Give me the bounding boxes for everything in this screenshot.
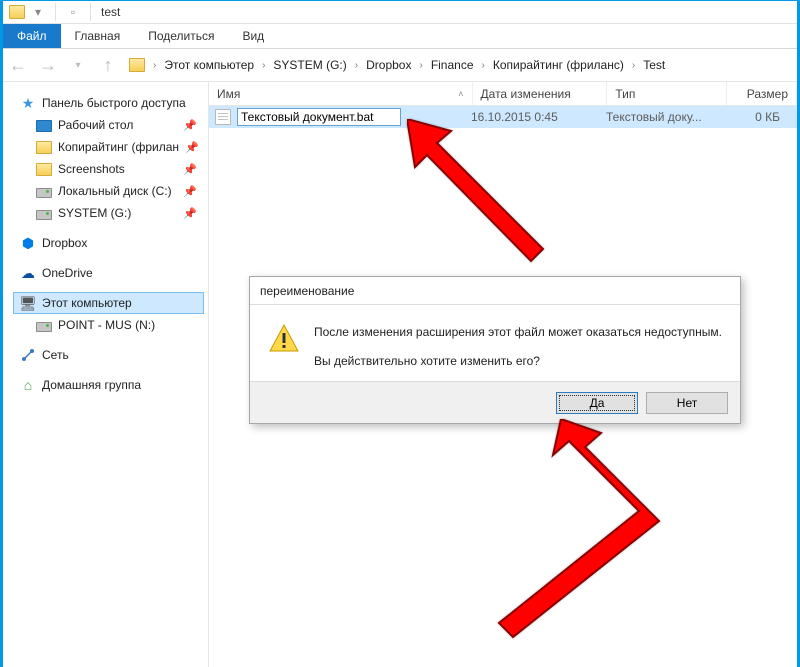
address-bar[interactable]: › Этот компьютер › SYSTEM (G:) › Dropbox… — [125, 54, 791, 77]
sidebar-item-label: SYSTEM (G:) — [58, 206, 131, 220]
tab-home[interactable]: Главная — [61, 24, 135, 48]
breadcrumb[interactable]: Test — [641, 57, 667, 73]
dialog-line2: Вы действительно хотите изменить его? — [314, 352, 722, 371]
qat-placeholder-icon[interactable]: ▫ — [66, 5, 80, 19]
dialog-line1: После изменения расширения этот файл мож… — [314, 323, 722, 342]
sidebar-quick-access[interactable]: ★ Панель быстрого доступа — [13, 92, 204, 114]
sidebar-item-desktop[interactable]: Рабочий стол 📌 — [13, 114, 204, 136]
star-icon: ★ — [20, 95, 36, 111]
dialog-yes-button[interactable]: Да — [556, 392, 638, 414]
navigation-pane: ★ Панель быстрого доступа Рабочий стол 📌… — [3, 82, 209, 667]
dialog-buttons: Да Нет — [250, 381, 740, 423]
sidebar-item-label: Домашняя группа — [42, 378, 141, 392]
drive-icon — [36, 322, 52, 332]
sidebar-onedrive[interactable]: ☁ OneDrive — [13, 262, 204, 284]
file-type: Текстовый доку... — [598, 110, 718, 124]
sidebar-item-label: Этот компьютер — [42, 296, 132, 310]
separator — [55, 3, 56, 21]
sidebar-item-drive[interactable]: SYSTEM (G:) 📌 — [13, 202, 204, 224]
nav-up-button[interactable]: ↑ — [95, 53, 121, 77]
chevron-right-icon[interactable]: › — [147, 60, 162, 71]
sidebar-item-label: OneDrive — [42, 266, 93, 280]
breadcrumb[interactable]: SYSTEM (G:) — [271, 57, 348, 73]
sidebar-homegroup[interactable]: ⌂ Домашняя группа — [13, 374, 204, 396]
computer-icon: 🖥 — [20, 295, 36, 311]
drive-icon — [36, 188, 52, 198]
column-header-size[interactable]: Размер — [727, 82, 797, 105]
nav-back-button[interactable]: ← — [5, 53, 31, 77]
chevron-right-icon[interactable]: › — [476, 60, 491, 71]
dialog-body: После изменения расширения этот файл мож… — [250, 305, 740, 381]
sidebar-item-drive[interactable]: POINT - MUS (N:) — [13, 314, 204, 336]
breadcrumb[interactable]: Finance — [429, 57, 476, 73]
ribbon-tabs: Файл Главная Поделиться Вид — [3, 24, 797, 49]
title-bar: ▾ ▫ test — [3, 1, 797, 24]
tab-view[interactable]: Вид — [228, 24, 278, 48]
column-header-date[interactable]: Дата изменения — [473, 82, 608, 105]
nav-forward-button[interactable]: → — [35, 53, 61, 77]
tab-file[interactable]: Файл — [3, 24, 61, 48]
sidebar-dropbox[interactable]: ⬢ Dropbox — [13, 232, 204, 254]
nav-recent-dropdown[interactable]: ▾ — [65, 53, 91, 77]
sidebar-this-pc[interactable]: 🖥 Этот компьютер — [13, 292, 204, 314]
sidebar-item-label: Локальный диск (C:) — [58, 184, 172, 198]
file-row[interactable]: 16.10.2015 0:45 Текстовый доку... 0 КБ — [209, 106, 797, 128]
text-file-icon — [215, 109, 231, 125]
sidebar-item-folder[interactable]: Копирайтинг (фрилан 📌 — [13, 136, 204, 158]
pin-icon: 📌 — [183, 119, 197, 132]
sidebar-item-drive[interactable]: Локальный диск (C:) 📌 — [13, 180, 204, 202]
dialog-text: После изменения расширения этот файл мож… — [314, 323, 722, 371]
folder-icon — [36, 141, 52, 154]
rename-confirm-dialog: переименование После изменения расширени… — [249, 276, 741, 424]
column-header-name[interactable]: Имя ˄ — [209, 82, 473, 105]
homegroup-icon: ⌂ — [20, 377, 36, 393]
sidebar-item-label: POINT - MUS (N:) — [58, 318, 155, 332]
file-size: 0 КБ — [718, 110, 788, 124]
sort-indicator-icon: ˄ — [458, 89, 463, 99]
sidebar-item-label: Сеть — [42, 348, 69, 362]
network-icon — [20, 347, 36, 363]
pin-icon: 📌 — [183, 185, 197, 198]
separator — [90, 3, 91, 21]
pin-icon: 📌 — [183, 207, 197, 220]
chevron-right-icon[interactable]: › — [256, 60, 271, 71]
warning-icon — [268, 323, 300, 355]
drive-icon — [36, 210, 52, 220]
breadcrumb[interactable]: Этот компьютер — [162, 57, 256, 73]
chevron-right-icon[interactable]: › — [413, 60, 428, 71]
cloud-icon: ☁ — [20, 265, 36, 281]
sidebar-item-label: Копирайтинг (фрилан — [58, 140, 179, 154]
sidebar-network[interactable]: Сеть — [13, 344, 204, 366]
file-date-modified: 16.10.2015 0:45 — [463, 110, 598, 124]
dialog-title: переименование — [250, 277, 740, 305]
sidebar-item-label: Dropbox — [42, 236, 87, 250]
sidebar-item-label: Screenshots — [58, 162, 125, 176]
pin-icon: 📌 — [185, 141, 199, 154]
file-rename-input[interactable] — [237, 108, 401, 126]
column-header-type[interactable]: Тип — [607, 82, 727, 105]
sidebar-item-folder[interactable]: Screenshots 📌 — [13, 158, 204, 180]
breadcrumb[interactable]: Копирайтинг (фриланс) — [491, 57, 626, 73]
dropbox-icon: ⬢ — [20, 235, 36, 251]
tab-share[interactable]: Поделиться — [134, 24, 228, 48]
sidebar-item-label: Панель быстрого доступа — [42, 96, 186, 110]
chevron-right-icon[interactable]: › — [626, 60, 641, 71]
pin-icon: 📌 — [183, 163, 197, 176]
sidebar-item-label: Рабочий стол — [58, 118, 133, 132]
qat-dropdown-icon[interactable]: ▾ — [31, 5, 45, 19]
breadcrumb[interactable]: Dropbox — [364, 57, 413, 73]
folder-icon — [36, 163, 52, 176]
chevron-right-icon[interactable]: › — [349, 60, 364, 71]
desktop-icon — [36, 120, 52, 132]
window-title: test — [101, 5, 120, 19]
column-headers: Имя ˄ Дата изменения Тип Размер — [209, 82, 797, 106]
address-row: ← → ▾ ↑ › Этот компьютер › SYSTEM (G:) ›… — [3, 49, 797, 82]
window-folder-icon — [9, 5, 25, 19]
dialog-no-button[interactable]: Нет — [646, 392, 728, 414]
column-label: Имя — [217, 87, 240, 101]
address-folder-icon — [129, 58, 145, 72]
